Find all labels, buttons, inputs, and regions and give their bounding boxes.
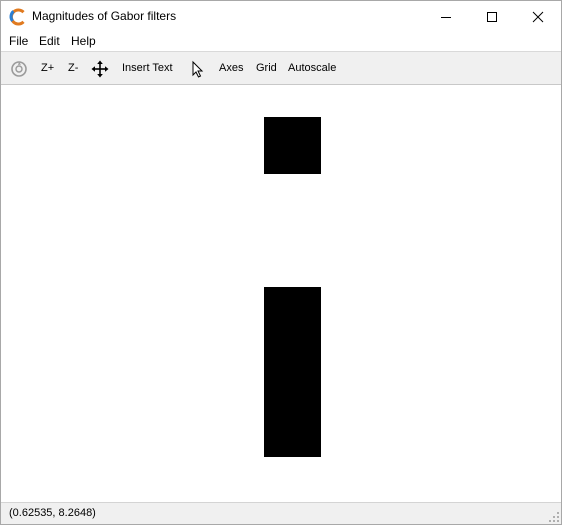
close-button[interactable]: [515, 1, 561, 32]
autoscale-button[interactable]: Autoscale: [288, 62, 336, 75]
window-title: Magnitudes of Gabor filters: [32, 9, 177, 23]
toolbar: Z+ Z- Insert Text Axes Grid Autoscale: [1, 51, 561, 85]
plot-canvas[interactable]: [1, 85, 561, 502]
select-pointer-icon[interactable]: [189, 60, 207, 78]
plot-block-bottom: [264, 287, 321, 457]
cursor-coordinates: (0.62535, 8.2648): [9, 507, 96, 519]
title-bar[interactable]: Magnitudes of Gabor filters: [1, 1, 561, 32]
app-logo-icon: [9, 8, 25, 26]
menu-bar: File Edit Help: [1, 32, 561, 51]
insert-text-button[interactable]: Insert Text: [122, 62, 173, 75]
resize-grip-icon[interactable]: [548, 511, 560, 523]
maximize-icon: [487, 11, 497, 22]
menu-file[interactable]: File: [9, 34, 28, 49]
menu-help[interactable]: Help: [71, 34, 96, 49]
minimize-button[interactable]: [423, 1, 469, 32]
plot-svg: [264, 117, 321, 457]
pan-icon[interactable]: [91, 60, 109, 78]
maximize-button[interactable]: [469, 1, 515, 32]
minimize-icon: [441, 16, 451, 18]
status-bar: (0.62535, 8.2648): [1, 502, 561, 524]
zoom-in-button[interactable]: Z+: [41, 62, 54, 75]
menu-edit[interactable]: Edit: [39, 34, 60, 49]
axes-button[interactable]: Axes: [219, 62, 243, 75]
app-window: Magnitudes of Gabor filters File Edit He…: [0, 0, 562, 525]
zoom-out-button[interactable]: Z-: [68, 62, 78, 75]
grid-button[interactable]: Grid: [256, 62, 277, 75]
plot-block-top: [264, 117, 321, 174]
rotate-icon[interactable]: [10, 60, 28, 78]
close-icon: [532, 11, 544, 22]
